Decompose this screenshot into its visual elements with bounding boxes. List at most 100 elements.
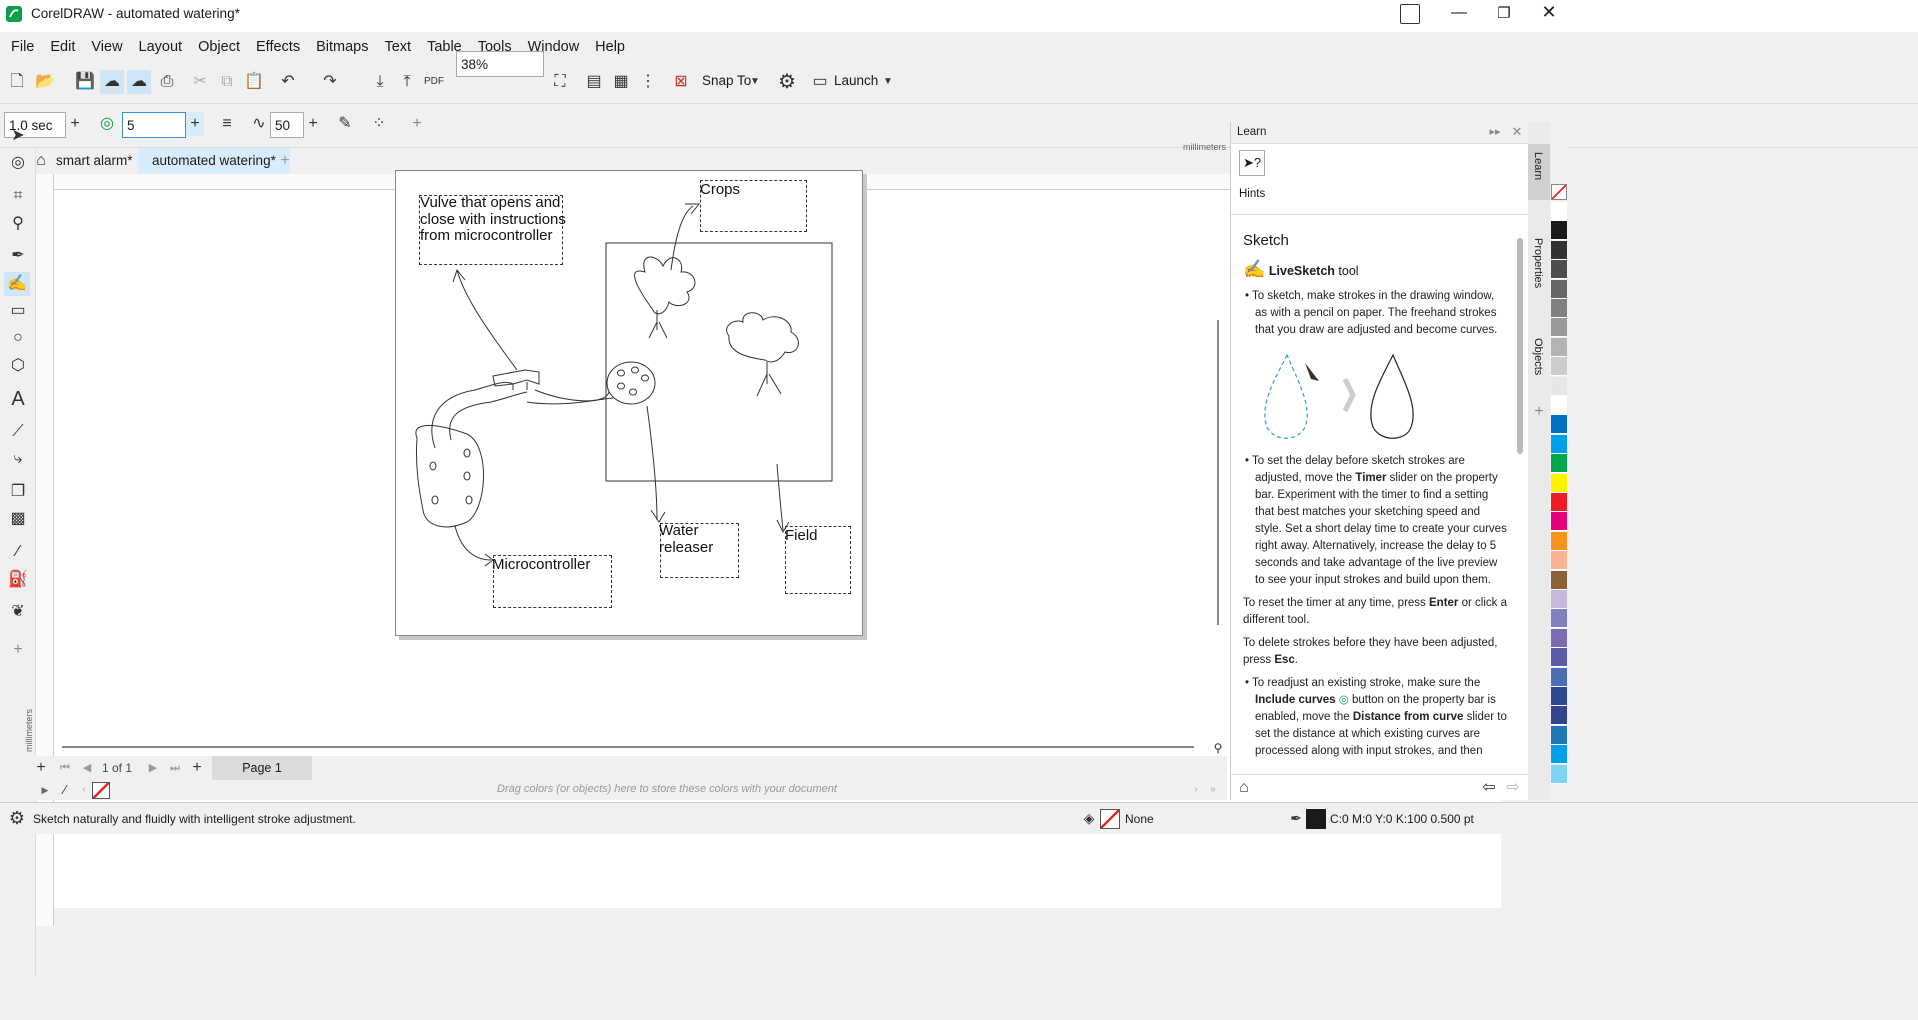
color-swatch[interactable] [1551, 221, 1567, 241]
color-swatch[interactable] [1551, 299, 1567, 318]
scroll-right-icon[interactable]: › [1190, 778, 1202, 802]
color-swatch[interactable] [1551, 279, 1567, 299]
pen-tool-icon[interactable]: ✒ [6, 244, 30, 268]
new-document-icon[interactable]: 🗋 [5, 70, 29, 94]
launch-icon[interactable]: ▭ [808, 70, 832, 94]
pick-tool-icon[interactable]: ➤ [6, 124, 30, 148]
microcontroller-label[interactable]: Microcontroller [492, 555, 590, 575]
add-icon[interactable]: + [406, 112, 428, 136]
paste-icon[interactable]: 📋 [242, 70, 266, 94]
full-screen-icon[interactable]: ⛶ [548, 70, 572, 94]
menu-layout[interactable]: Layout [131, 36, 191, 58]
zoom-tool-icon[interactable]: ⚲ [6, 212, 30, 236]
pdf-icon[interactable]: PDF [422, 70, 446, 94]
import-icon[interactable]: ⤓ [368, 70, 392, 94]
cloud-import-icon[interactable]: ☁ [100, 70, 124, 94]
snap-to-dropdown[interactable]: Snap To [702, 73, 751, 88]
color-swatch[interactable] [1551, 531, 1567, 551]
horizontal-scrollbar[interactable] [62, 746, 1194, 748]
color-swatch[interactable] [1551, 570, 1567, 590]
hints-icon[interactable]: ➤? [1239, 150, 1265, 176]
color-swatch[interactable] [1551, 434, 1567, 454]
document-palette[interactable]: ▶ ⁄ ‹ Drag colors (or objects) here to s… [30, 780, 1227, 800]
connector-tool-icon[interactable]: ⤷ [6, 447, 30, 471]
color-swatch[interactable] [1551, 376, 1567, 396]
show-rulers-icon[interactable]: ▤ [582, 70, 606, 94]
new-tab-icon[interactable]: + [274, 149, 296, 173]
account-icon[interactable] [1400, 4, 1420, 24]
menu-view[interactable]: View [83, 36, 130, 58]
ellipse-tool-icon[interactable]: ○ [6, 326, 30, 350]
color-swatch[interactable] [1551, 551, 1567, 571]
eyedropper-tool-icon[interactable]: ⁄ [6, 540, 30, 564]
distance-from-curve-input[interactable]: 5 [122, 112, 186, 138]
shadow-tool-icon[interactable]: ❐ [6, 480, 30, 504]
export-icon[interactable]: ⤒ [395, 70, 419, 94]
collapse-docker-icon[interactable]: ▸▸ [1487, 120, 1503, 144]
rectangle-tool-icon[interactable]: ▭ [6, 299, 30, 323]
polygon-tool-icon[interactable]: ⬡ [6, 354, 30, 378]
color-swatch[interactable] [1551, 240, 1567, 260]
color-swatch[interactable] [1551, 454, 1567, 474]
include-curves-icon[interactable]: ◎ [96, 112, 118, 136]
tab-learn-label[interactable]: Learn [1532, 152, 1544, 180]
menu-help[interactable]: Help [587, 36, 633, 58]
first-page-icon[interactable]: ⏮ [56, 756, 74, 780]
menu-edit[interactable]: Edit [42, 36, 83, 58]
add-docker-icon[interactable]: + [1528, 400, 1550, 424]
add-tool-icon[interactable]: + [6, 638, 30, 662]
color-swatch[interactable] [1551, 667, 1567, 687]
fill-tool-icon[interactable]: ⛽ [6, 568, 30, 592]
palette-expand-icon[interactable]: ▶ [38, 778, 52, 802]
tab-properties-label[interactable]: Properties [1532, 238, 1544, 288]
options-gear-icon[interactable]: ⚙ [775, 70, 799, 94]
smoothing-plus-icon[interactable]: + [304, 112, 322, 136]
previous-page-icon[interactable]: ◀ [78, 756, 96, 780]
status-gear-icon[interactable]: ⚙ [6, 806, 28, 830]
crops-label[interactable]: Crops [700, 180, 740, 200]
scroll-left-icon[interactable]: ‹ [78, 778, 90, 802]
chevron-down-icon[interactable]: ▼ [747, 70, 763, 94]
zoom-level-input[interactable]: 38% [456, 51, 544, 77]
cloud-export-icon[interactable]: ☁ [127, 70, 151, 94]
outline-pen-icon[interactable]: ✒ [1286, 806, 1306, 830]
field-label[interactable]: Field [785, 526, 818, 546]
color-swatch[interactable] [1551, 609, 1567, 629]
eyedropper-icon[interactable]: ⁄ [56, 778, 74, 802]
add-page-after-icon[interactable]: + [188, 756, 206, 780]
learn-back-icon[interactable]: ⇦ [1479, 776, 1499, 800]
menu-object[interactable]: Object [190, 36, 248, 58]
fill-icon[interactable]: ◈ [1079, 806, 1099, 830]
no-color-swatch[interactable] [1551, 184, 1567, 200]
tab-smart-alarm[interactable]: smart alarm* [42, 148, 147, 174]
menu-bitmaps[interactable]: Bitmaps [308, 36, 376, 58]
color-swatch[interactable] [1551, 590, 1567, 609]
color-swatch[interactable] [1551, 706, 1567, 726]
color-swatch[interactable] [1551, 396, 1567, 415]
color-swatch[interactable] [1551, 415, 1567, 435]
livesketch-tool-icon[interactable]: ✍ [4, 272, 30, 296]
print-icon[interactable]: ⎙ [155, 70, 179, 94]
redo-icon[interactable]: ↷ [318, 70, 342, 94]
show-grid-icon[interactable]: ▦ [609, 70, 633, 94]
distance-plus-icon[interactable]: + [186, 112, 204, 136]
restore-button[interactable]: ❐ [1490, 4, 1518, 26]
no-color-swatch[interactable] [92, 782, 110, 799]
color-swatch[interactable] [1551, 493, 1567, 512]
alignment-guides-icon[interactable]: ⊠ [669, 70, 693, 94]
dimension-tool-icon[interactable]: ⟋ [6, 420, 30, 444]
water-releaser-label[interactable]: Water releaser [659, 522, 729, 556]
minimize-button[interactable]: — [1445, 4, 1473, 26]
valve-label[interactable]: Vulve that opens and close with instruct… [420, 194, 566, 245]
learn-forward-icon[interactable]: ⇨ [1503, 776, 1523, 800]
cut-icon[interactable]: ✂ [188, 70, 212, 94]
smart-fill-icon[interactable]: ❦ [6, 600, 30, 624]
color-swatch[interactable] [1551, 318, 1567, 338]
color-swatch[interactable] [1551, 764, 1567, 784]
timer-plus-icon[interactable]: + [66, 112, 84, 136]
page-tab[interactable]: Page 1 [212, 756, 312, 780]
next-page-icon[interactable]: ▶ [144, 756, 162, 780]
learn-scrollbar[interactable] [1517, 238, 1523, 454]
undo-icon[interactable]: ↶ [276, 70, 300, 94]
tab-automated-watering[interactable]: automated watering* [138, 148, 290, 174]
